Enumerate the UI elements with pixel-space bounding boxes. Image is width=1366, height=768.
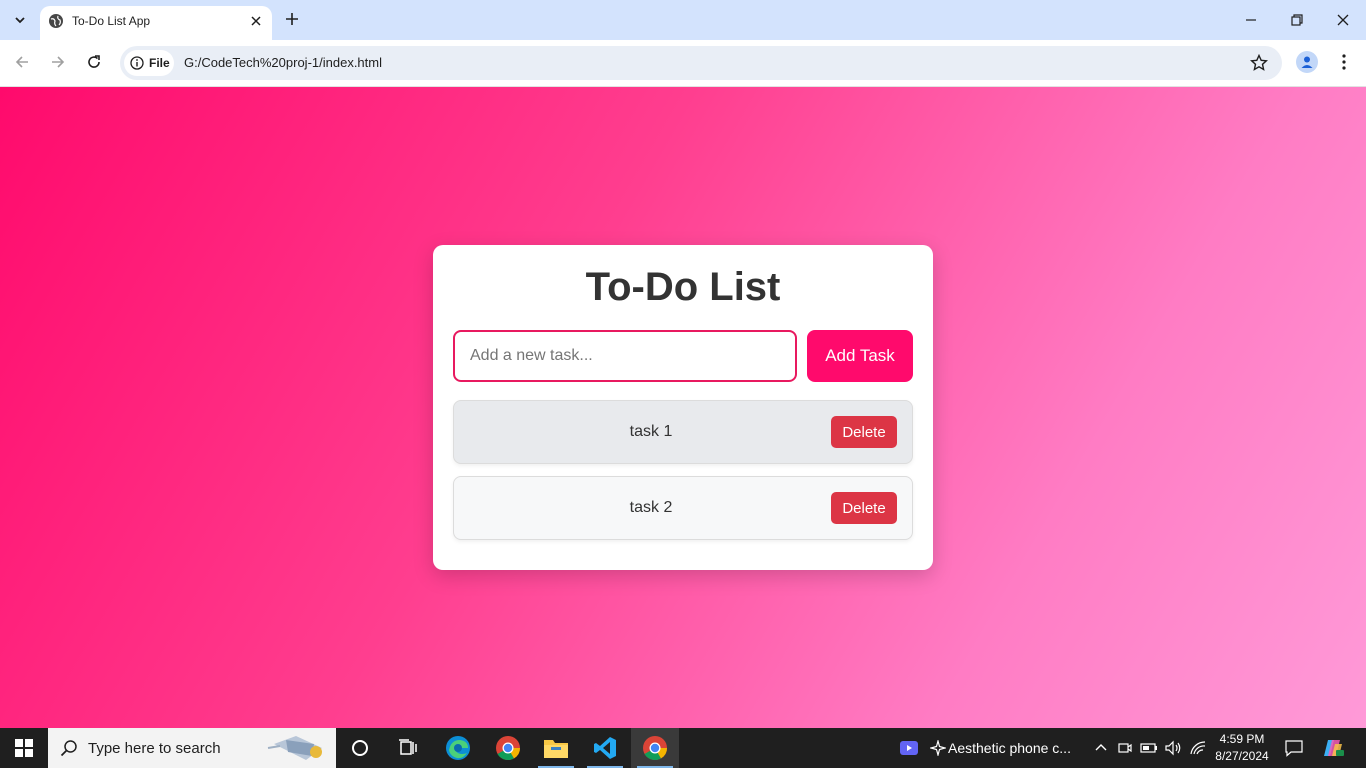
more-vert-icon bbox=[1342, 54, 1346, 70]
taskbar-app-edge[interactable] bbox=[434, 728, 482, 768]
new-tab-button[interactable] bbox=[282, 9, 302, 29]
video-camera-icon bbox=[900, 741, 918, 755]
media-app-icon[interactable] bbox=[898, 739, 920, 757]
add-task-button[interactable]: Add Task bbox=[807, 330, 913, 382]
copilot-button[interactable] bbox=[1322, 739, 1344, 757]
site-chip-label: File bbox=[149, 56, 170, 70]
task-text: task 2 bbox=[629, 499, 673, 516]
browser-menu-button[interactable] bbox=[1334, 52, 1354, 72]
reload-button[interactable] bbox=[84, 52, 104, 72]
task-view-icon bbox=[399, 739, 417, 755]
chrome-icon bbox=[643, 736, 667, 761]
chrome-icon bbox=[496, 736, 520, 761]
minimize-button[interactable] bbox=[1241, 10, 1261, 30]
plus-icon bbox=[286, 13, 298, 25]
person-icon bbox=[1301, 56, 1313, 68]
new-task-input[interactable] bbox=[453, 330, 797, 382]
arrow-left-icon bbox=[15, 56, 28, 68]
restore-icon bbox=[1291, 14, 1303, 26]
chevron-up-icon bbox=[1095, 744, 1107, 751]
meet-now-icon[interactable] bbox=[1116, 739, 1134, 757]
search-icon bbox=[60, 740, 77, 757]
taskbar-search-box[interactable]: Type here to search bbox=[48, 728, 336, 768]
search-highlight-illustration-icon bbox=[267, 736, 322, 760]
restore-button[interactable] bbox=[1287, 10, 1307, 30]
taskbar-clock[interactable]: 4:59 PM 8/27/2024 bbox=[1206, 731, 1278, 765]
notifications-button[interactable] bbox=[1284, 739, 1304, 757]
media-title[interactable]: Aesthetic phone c... bbox=[948, 740, 1071, 756]
tab-todo-list-app[interactable]: To-Do List App bbox=[40, 6, 272, 40]
task-item: task 2 Delete bbox=[453, 476, 913, 540]
windows-logo-icon bbox=[15, 739, 33, 757]
back-button[interactable] bbox=[12, 52, 32, 72]
task-view-button[interactable] bbox=[384, 728, 432, 768]
delete-task-button[interactable]: Delete bbox=[831, 492, 897, 524]
edge-icon bbox=[446, 736, 470, 760]
task-item: task 1 Delete bbox=[453, 400, 913, 464]
forward-button[interactable] bbox=[48, 52, 68, 72]
todo-card: To-Do List Add Task task 1 Delete task 2… bbox=[433, 245, 933, 570]
show-hidden-icons-button[interactable] bbox=[1092, 739, 1110, 757]
taskbar-app-chrome-active[interactable] bbox=[631, 728, 679, 768]
page-viewport: To-Do List Add Task task 1 Delete task 2… bbox=[0, 87, 1366, 728]
clock-time: 4:59 PM bbox=[1219, 732, 1265, 746]
task-text: task 1 bbox=[629, 423, 673, 440]
wifi-icon[interactable] bbox=[1189, 739, 1207, 757]
site-info-chip[interactable]: File bbox=[124, 50, 174, 76]
cortana-button[interactable] bbox=[336, 728, 384, 768]
globe-icon bbox=[49, 14, 63, 28]
taskbar-app-file-explorer[interactable] bbox=[532, 728, 580, 768]
clock-date: 8/27/2024 bbox=[1215, 749, 1269, 763]
tab-title: To-Do List App bbox=[72, 14, 151, 28]
chat-bubble-icon bbox=[1285, 740, 1303, 757]
close-window-button[interactable] bbox=[1333, 10, 1353, 30]
tab-search-button[interactable] bbox=[8, 8, 32, 32]
arrow-right-icon bbox=[52, 56, 65, 68]
tab-close-button[interactable] bbox=[248, 13, 264, 29]
reload-icon bbox=[88, 55, 100, 68]
delete-task-button[interactable]: Delete bbox=[831, 416, 897, 448]
browser-toolbar: File G:/CodeTech%20proj-1/index.html bbox=[0, 40, 1366, 87]
chevron-down-icon bbox=[15, 17, 25, 24]
close-icon bbox=[1337, 14, 1349, 26]
vscode-icon bbox=[594, 737, 616, 759]
page-title: To-Do List bbox=[585, 265, 781, 309]
bookmark-star-icon[interactable] bbox=[1250, 54, 1268, 72]
file-explorer-icon bbox=[544, 740, 568, 758]
circle-icon bbox=[352, 740, 368, 756]
volume-icon[interactable] bbox=[1164, 739, 1182, 757]
minimize-icon bbox=[1246, 19, 1256, 21]
profile-button[interactable] bbox=[1296, 51, 1318, 73]
copilot-icon bbox=[1324, 740, 1344, 756]
url-text: G:/CodeTech%20proj-1/index.html bbox=[184, 55, 382, 70]
start-button[interactable] bbox=[0, 728, 48, 768]
info-icon bbox=[130, 56, 144, 70]
search-placeholder: Type here to search bbox=[88, 740, 221, 757]
close-icon bbox=[251, 16, 261, 26]
sparkle-icon bbox=[929, 739, 947, 757]
taskbar-app-chrome[interactable] bbox=[484, 728, 532, 768]
battery-icon[interactable] bbox=[1140, 739, 1158, 757]
taskbar-app-vscode[interactable] bbox=[581, 728, 629, 768]
address-bar[interactable]: File G:/CodeTech%20proj-1/index.html bbox=[120, 46, 1282, 80]
browser-tab-bar: To-Do List App bbox=[0, 0, 1366, 40]
windows-taskbar: Type here to search Aesthetic phone c...… bbox=[0, 728, 1366, 768]
